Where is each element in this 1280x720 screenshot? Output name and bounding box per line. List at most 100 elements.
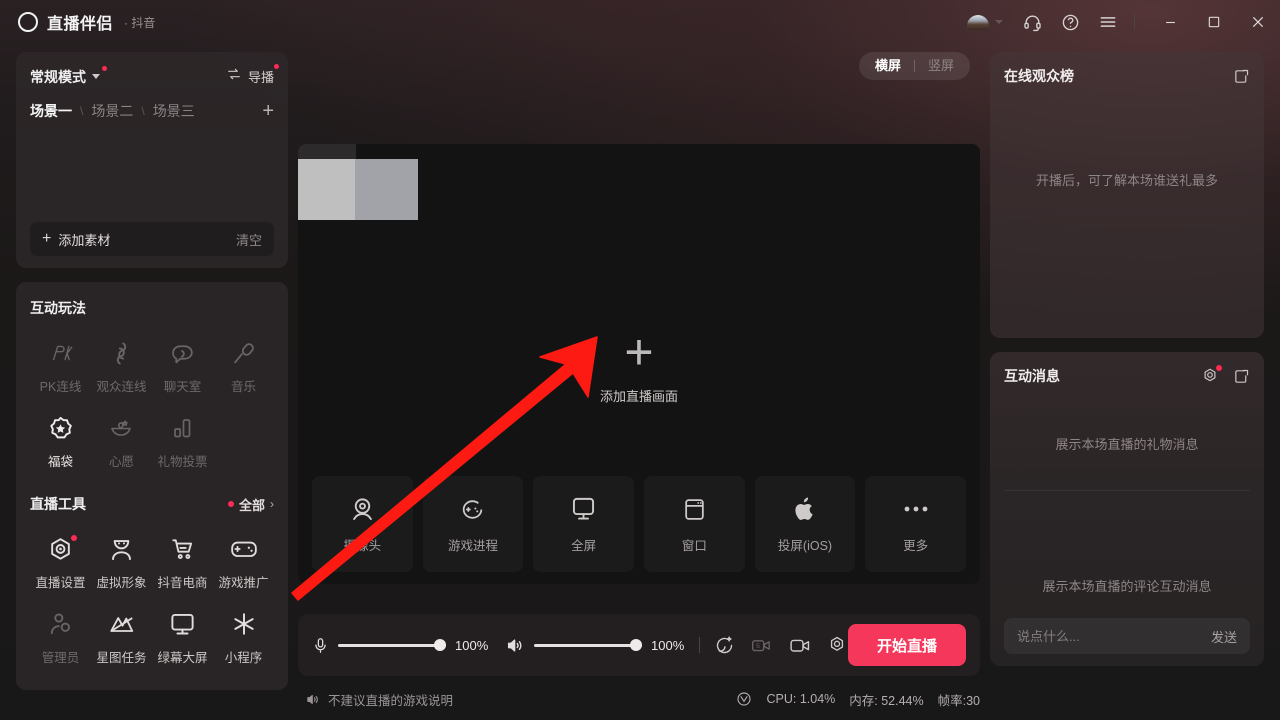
user-account-menu[interactable] [967,14,1013,30]
audience-link-icon [108,339,136,367]
source-game-process[interactable]: 游戏进程 [423,476,524,572]
tool-wish[interactable]: 心愿 [91,407,152,478]
tool-game-promo[interactable]: 游戏推广 [213,528,274,599]
tool-virtual-avatar[interactable]: 虚拟形象 [91,528,152,599]
add-scene-button[interactable]: + [262,101,274,121]
director-button[interactable]: 导播 [226,64,279,87]
help-question-icon[interactable] [1051,0,1089,44]
mic-volume-value: 100% [455,637,489,653]
speaker-icon[interactable] [505,636,525,655]
maximize-button[interactable] [1192,0,1236,44]
miniprogram-icon [230,610,258,638]
start-live-button[interactable]: 开始直播 [848,624,966,666]
lucky-bag-icon [47,414,75,442]
mode-selector[interactable]: 常规模式 [30,65,107,87]
tool-music[interactable]: 音乐 [213,332,274,403]
source-fullscreen[interactable]: 全屏 [533,476,634,572]
popout-window-icon[interactable] [1233,368,1250,385]
greenscreen-monitor-icon [169,610,197,638]
status-warning[interactable]: 不建议直播的游戏说明 [306,690,453,709]
tool-new-badge [70,535,77,541]
plus-icon[interactable]: + [624,327,653,377]
scene-tab-3[interactable]: 场景三 [153,101,195,121]
source-webcam[interactable]: 摄像头 [312,476,413,572]
app-subtitle: · 抖音 [124,15,156,30]
star-map-task-icon [108,610,136,638]
tool-douyin-ecommerce[interactable]: 抖音电商 [152,528,213,599]
source-airplay-ios[interactable]: 投屏(iOS) [755,476,856,572]
apple-airplay-icon [792,494,817,524]
tool-lucky-bag[interactable]: 福袋 [30,407,91,478]
control-icon-group: 5 [714,635,847,656]
preview-header: 横屏 竖屏 [298,52,980,92]
orientation-landscape[interactable]: 横屏 [862,52,914,80]
scene-separator: \ [80,104,84,118]
add-live-screen[interactable]: + 添加直播画面 [298,327,980,405]
mode-new-badge [102,65,107,71]
clear-materials-button[interactable]: 清空 [236,230,262,249]
scene-tab-1[interactable]: 场景一 [30,101,72,121]
source-more[interactable]: 更多 [865,476,966,572]
message-settings-icon[interactable] [1201,365,1222,385]
live-tools-all-button[interactable]: 全部 › [227,495,274,514]
tool-label: 绿幕大屏 [157,651,208,665]
add-material-button[interactable]: + 添加素材 清空 [30,222,274,256]
tool-star-map-task[interactable]: 星图任务 [91,603,152,674]
tool-admin[interactable]: 管理员 [30,603,91,674]
slider-track [338,644,446,647]
tool-label: 抖音电商 [157,576,208,590]
tool-label: 虚拟形象 [96,576,147,590]
tool-label: PK连线 [39,380,82,394]
send-message-button[interactable]: 发送 [1211,627,1237,646]
menu-hamburger-icon[interactable] [1089,0,1127,44]
orientation-toggle: 横屏 竖屏 [858,52,970,80]
tool-miniprogram[interactable]: 小程序 [213,603,274,674]
headset-support-icon[interactable] [1013,0,1051,44]
source-label: 窗口 [681,539,707,553]
speaker-volume-slider[interactable] [534,638,642,652]
source-window[interactable]: 窗口 [644,476,745,572]
speaker-mute-icon [306,692,321,707]
tool-pk[interactable]: PK连线 [30,332,91,403]
tool-live-settings[interactable]: 直播设置 [30,528,91,599]
tool-audience-link[interactable]: 观众连线 [91,332,152,403]
title-bar: 直播伴侣 · 抖音 [0,0,1280,44]
settings-gear-icon[interactable] [827,635,847,655]
camera-video-icon[interactable] [789,636,811,655]
popout-window-icon[interactable] [1233,68,1250,85]
tool-chatroom[interactable]: 聊天室 [152,332,213,403]
slider-knob[interactable] [630,639,642,651]
microphone-icon[interactable] [312,636,329,655]
tool-label: 聊天室 [163,380,202,394]
mic-volume-slider[interactable] [338,638,446,652]
orientation-portrait[interactable]: 竖屏 [915,52,967,80]
close-button[interactable] [1236,0,1280,44]
message-input[interactable] [1017,628,1203,644]
ghost-window-titlebar [298,144,356,159]
slider-knob[interactable] [434,639,446,651]
tool-greenscreen[interactable]: 绿幕大屏 [152,603,213,674]
ghost-capture-right [355,159,418,220]
tool-label: 游戏推广 [218,576,269,590]
shopping-cart-icon [169,535,197,563]
switch-arrows-icon [226,66,242,87]
scene-tabs: 场景一 \ 场景二 \ 场景三 + [30,101,274,121]
center-area: 横屏 竖屏 + 添加直播画面 摄像头 游戏进程 全屏 窗口 投屏(iOS) 更多… [298,52,980,708]
preview-canvas[interactable]: + 添加直播画面 摄像头 游戏进程 全屏 窗口 投屏(iOS) 更多 [298,144,980,584]
tool-gift-vote[interactable]: 礼物投票 [152,407,213,478]
control-divider [699,637,700,653]
network-quality-icon[interactable] [736,691,752,707]
minimize-button[interactable] [1148,0,1192,44]
left-sidebar: 常规模式 导播 场景一 \ 场景二 \ 场景三 + + 添加素材 清空 互动玩法… [16,52,288,690]
delay-5s-icon[interactable]: 5 [751,636,773,655]
source-label: 游戏进程 [447,539,498,553]
scene-tab-2[interactable]: 场景二 [91,101,133,121]
live-tools-section: 直播工具 全部 › 直播设置 虚拟形象 抖音电商 游戏推广 管理员 星图任务 绿… [30,494,274,674]
control-bar: 100% 100% 5 开始直播 [298,614,980,676]
fullscreen-monitor-icon [570,494,597,524]
beauty-face-icon[interactable] [714,635,735,656]
tool-label: 直播设置 [35,576,86,590]
admin-user-icon [47,610,75,638]
source-label: 摄像头 [343,539,382,553]
comment-message-placeholder: 展示本场直播的评论互动消息 [1042,579,1212,594]
